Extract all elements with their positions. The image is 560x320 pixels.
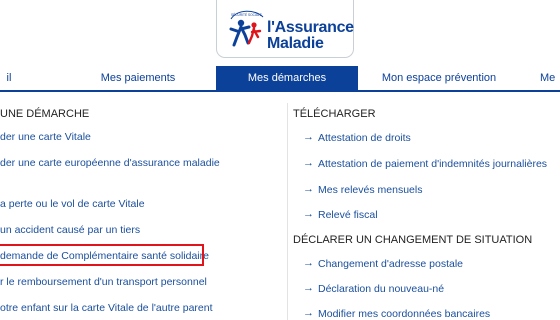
logo-name-line1: l'Assurance — [267, 19, 354, 36]
nav-item-more[interactable]: Me — [540, 66, 560, 90]
link-remboursement-transport[interactable]: r le remboursement d'un transport person… — [0, 276, 207, 288]
download-section-title: TÉLÉCHARGER — [293, 108, 376, 120]
nav-item-mon-espace-prevention[interactable]: Mon espace prévention — [370, 66, 508, 90]
highlight-box — [0, 244, 204, 266]
link-demander-carte-vitale[interactable]: der une carte Vitale — [0, 131, 91, 143]
logo-figures-icon: SÉCURITÉ SOCIALE — [229, 10, 264, 47]
link-enfant-carte-vitale[interactable]: otre enfant sur la carte Vitale de l'aut… — [0, 302, 213, 314]
arrow-right-icon: → — [303, 183, 314, 195]
column-divider — [287, 103, 288, 320]
nav-item-accueil[interactable]: il — [0, 66, 24, 90]
link-accident-tiers[interactable]: un accident causé par un tiers — [0, 224, 140, 236]
link-perte-vol-carte-vitale[interactable]: a perte ou le vol de carte Vitale — [0, 198, 145, 210]
logo-name-line2: Maladie — [267, 35, 324, 52]
logo-text: l'Assurance Maladie — [267, 20, 354, 52]
link-releve-fiscal[interactable]: Relevé fiscal — [318, 209, 378, 221]
assurance-maladie-logo[interactable]: SÉCURITÉ SOCIALE l'Assurance Maladie — [216, 0, 354, 58]
link-attestation-droits[interactable]: Attestation de droits — [318, 132, 411, 144]
nav-item-mes-demarches[interactable]: Mes démarches — [216, 66, 358, 90]
link-releves-mensuels[interactable]: Mes relevés mensuels — [318, 184, 422, 196]
arrow-right-icon: → — [303, 257, 314, 269]
link-demander-carte-europeenne[interactable]: der une carte européenne d'assurance mal… — [0, 157, 220, 169]
svg-text:SÉCURITÉ SOCIALE: SÉCURITÉ SOCIALE — [231, 12, 262, 17]
arrow-right-icon: → — [303, 157, 314, 169]
arrow-right-icon: → — [303, 208, 314, 220]
link-changement-adresse[interactable]: Changement d'adresse postale — [318, 258, 463, 270]
header: SÉCURITÉ SOCIALE l'Assurance Maladie — [0, 0, 560, 66]
link-attestation-indemnites[interactable]: Attestation de paiement d'indemnités jou… — [318, 158, 547, 170]
nav-item-mes-paiements[interactable]: Mes paiements — [80, 66, 196, 90]
left-section-title: UNE DÉMARCHE — [0, 108, 90, 120]
link-modifier-coordonnees-bancaires[interactable]: Modifier mes coordonnées bancaires — [318, 308, 490, 320]
link-declaration-nouveau-ne[interactable]: Déclaration du nouveau-né — [318, 283, 444, 295]
arrow-right-icon: → — [303, 131, 314, 143]
arrow-right-icon: → — [303, 307, 314, 319]
main-nav: il Mes paiements Mes démarches Mon espac… — [0, 66, 560, 92]
declare-section-title: DÉCLARER UN CHANGEMENT DE SITUATION — [293, 234, 533, 246]
arrow-right-icon: → — [303, 282, 314, 294]
